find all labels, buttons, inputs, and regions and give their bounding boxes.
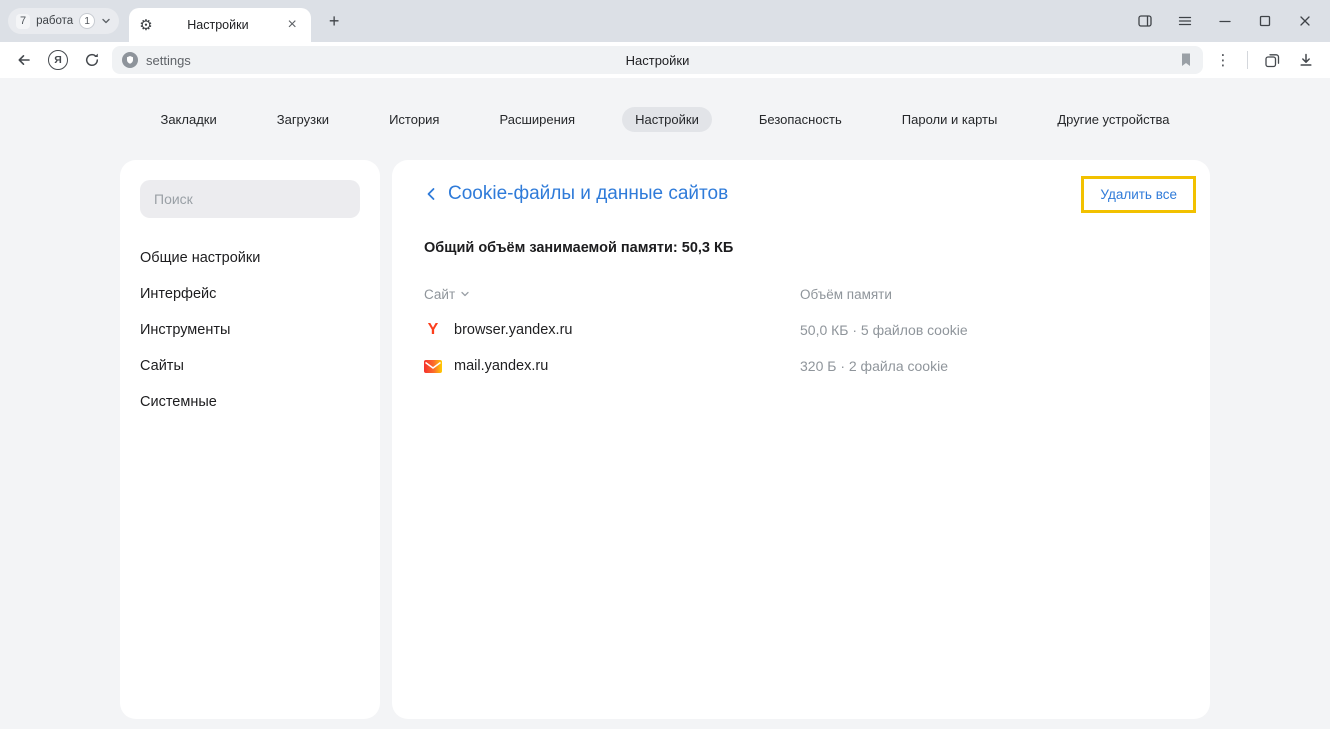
tab-group-pill[interactable]: 7 работа 1 [8, 8, 119, 34]
tab-strip: 7 работа 1 ⚙ Настройки × + [0, 0, 1330, 42]
back-icon[interactable] [10, 46, 38, 74]
table-row[interactable]: mail.yandex.ru 320 Б · 2 файла cookie [424, 348, 1178, 384]
highlight-annotation: Удалить все [1081, 176, 1196, 213]
bookmark-icon[interactable] [1179, 52, 1193, 68]
side-panel-icon[interactable] [1130, 7, 1160, 35]
page-title: Настройки [112, 53, 1203, 68]
site-size: 50,0 КБ · 5 файлов cookie [800, 322, 1178, 338]
settings-top-nav: Закладки Загрузки История Расширения Нас… [0, 78, 1330, 134]
gear-icon: ⚙ [139, 18, 152, 33]
sidebar-menu: Общие настройки Интерфейс Инструменты Са… [140, 240, 360, 420]
cards-container: Общие настройки Интерфейс Инструменты Са… [120, 160, 1210, 719]
new-tab-button[interactable]: + [321, 8, 347, 34]
site-cell: mail.yandex.ru [424, 357, 800, 375]
table-header: Сайт Объём памяти [424, 284, 1178, 304]
sidebar-item-system[interactable]: Системные [140, 384, 360, 420]
more-options-icon[interactable]: ⋮ [1209, 46, 1237, 74]
sidebar-item-general[interactable]: Общие настройки [140, 240, 360, 276]
address-bar[interactable]: settings Настройки [112, 46, 1203, 74]
refresh-icon[interactable] [78, 46, 106, 74]
nav-item-history[interactable]: История [376, 107, 452, 132]
sort-chevron-icon [460, 289, 470, 299]
table-row[interactable]: Y browser.yandex.ru 50,0 КБ · 5 файлов c… [424, 312, 1178, 348]
maximize-icon[interactable] [1250, 7, 1280, 35]
cookie-table: Сайт Объём памяти Y browser.yandex.ru 5 [424, 284, 1178, 384]
cookies-panel: Cookie-файлы и данные сайтов Удалить все… [392, 160, 1210, 719]
close-window-icon[interactable] [1290, 7, 1320, 35]
url-text: settings [146, 53, 191, 68]
nav-item-bookmarks[interactable]: Закладки [147, 107, 229, 132]
nav-item-settings[interactable]: Настройки [622, 107, 712, 132]
minimize-icon[interactable] [1210, 7, 1240, 35]
settings-page: Закладки Загрузки История Расширения Нас… [0, 78, 1330, 729]
menu-icon[interactable] [1170, 7, 1200, 35]
nav-item-passwords[interactable]: Пароли и карты [889, 107, 1011, 132]
tab-group-label: работа [36, 15, 73, 27]
tab-close-icon[interactable]: × [283, 16, 301, 34]
nav-item-security[interactable]: Безопасность [746, 107, 855, 132]
protect-shield-icon[interactable] [122, 52, 138, 68]
yandex-logo-icon[interactable]: Я [44, 46, 72, 74]
nav-item-downloads[interactable]: Загрузки [264, 107, 342, 132]
total-memory-text: Общий объём занимаемой памяти: 50,3 КБ [424, 240, 1178, 256]
tab-group-count: 7 [16, 14, 30, 29]
settings-sidebar: Общие настройки Интерфейс Инструменты Са… [120, 160, 380, 719]
column-size: Объём памяти [800, 287, 1178, 302]
window-controls [1130, 7, 1330, 35]
column-site[interactable]: Сайт [424, 287, 800, 302]
sidebar-item-interface[interactable]: Интерфейс [140, 276, 360, 312]
sidebar-item-tools[interactable]: Инструменты [140, 312, 360, 348]
back-chevron-icon[interactable] [424, 186, 438, 202]
collections-icon[interactable] [1258, 46, 1286, 74]
site-size: 320 Б · 2 файла cookie [800, 358, 1178, 374]
downloads-icon[interactable] [1292, 46, 1320, 74]
delete-all-button[interactable]: Удалить все [1084, 179, 1193, 210]
column-site-label: Сайт [424, 287, 455, 302]
tab-title: Настройки [161, 18, 276, 32]
toolbar-divider [1247, 51, 1248, 69]
tab-settings[interactable]: ⚙ Настройки × [129, 8, 311, 42]
yandex-mail-favicon [424, 357, 442, 375]
chevron-down-icon [101, 16, 111, 26]
site-name: mail.yandex.ru [454, 358, 548, 374]
panel-header: Cookie-файлы и данные сайтов Удалить все [424, 174, 1178, 214]
tab-group-badge: 1 [79, 13, 95, 29]
sidebar-item-sites[interactable]: Сайты [140, 348, 360, 384]
search-input[interactable] [140, 180, 360, 218]
browser-window: 7 работа 1 ⚙ Настройки × + [0, 0, 1330, 729]
nav-item-other-devices[interactable]: Другие устройства [1044, 107, 1182, 132]
yandex-browser-favicon: Y [424, 321, 442, 339]
nav-item-extensions[interactable]: Расширения [486, 107, 588, 132]
panel-title: Cookie-файлы и данные сайтов [448, 183, 728, 205]
site-cell: Y browser.yandex.ru [424, 321, 800, 339]
site-name: browser.yandex.ru [454, 322, 572, 338]
browser-toolbar: Я settings Настройки ⋮ [0, 42, 1330, 78]
